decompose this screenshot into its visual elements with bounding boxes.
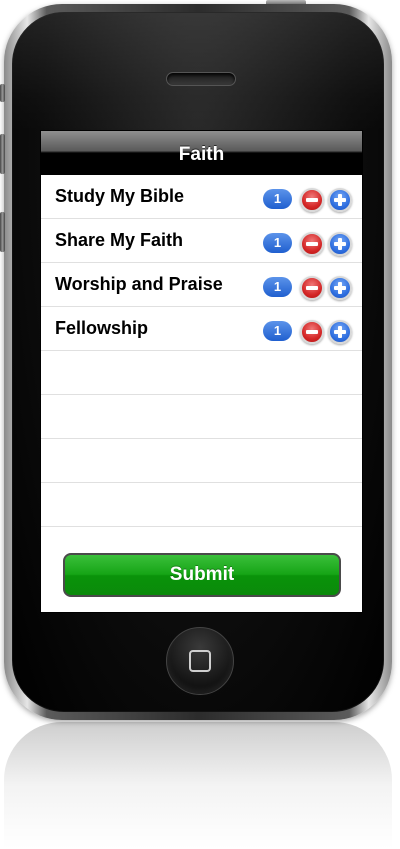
earpiece-speaker (166, 72, 236, 86)
home-square-icon (189, 650, 211, 672)
minus-icon (302, 234, 322, 254)
empty-row (41, 483, 362, 527)
decrement-button[interactable] (300, 276, 324, 300)
minus-icon (302, 322, 322, 342)
plus-icon (330, 322, 350, 342)
minus-icon (302, 190, 322, 210)
empty-row (41, 351, 362, 395)
app-screen: Faith Study My Bible 1 Share My Faith 1 Wors… (40, 130, 363, 613)
activity-list: Study My Bible 1 Share My Faith 1 Worship an… (41, 175, 362, 527)
plus-icon (330, 278, 350, 298)
count-badge: 1 (263, 321, 292, 341)
decrement-button[interactable] (300, 188, 324, 212)
navigation-bar: Faith (41, 131, 362, 176)
empty-row (41, 395, 362, 439)
item-label: Study My Bible (55, 186, 185, 206)
plus-icon (330, 190, 350, 210)
item-label: Fellowship (55, 318, 149, 338)
list-item: Worship and Praise 1 (41, 263, 362, 307)
volume-down-button (0, 212, 5, 252)
device-stage: Faith Study My Bible 1 Share My Faith 1 Wors… (0, 0, 400, 849)
list-item: Share My Faith 1 (41, 219, 362, 263)
list-item: Fellowship 1 (41, 307, 362, 351)
increment-button[interactable] (328, 320, 352, 344)
increment-button[interactable] (328, 188, 352, 212)
decrement-button[interactable] (300, 320, 324, 344)
decrement-button[interactable] (300, 232, 324, 256)
increment-button[interactable] (328, 276, 352, 300)
increment-button[interactable] (328, 232, 352, 256)
plus-icon (330, 234, 350, 254)
item-label: Worship and Praise (55, 274, 223, 294)
volume-up-button (0, 134, 5, 174)
empty-row (41, 439, 362, 483)
list-item: Study My Bible 1 (41, 175, 362, 219)
home-button[interactable] (166, 627, 234, 695)
item-label: Share My Faith (55, 230, 184, 250)
device-reflection (4, 722, 392, 849)
submit-button[interactable]: Submit (63, 553, 341, 597)
count-badge: 1 (263, 277, 292, 297)
minus-icon (302, 278, 322, 298)
count-badge: 1 (263, 233, 292, 253)
count-badge: 1 (263, 189, 292, 209)
page-title: Faith (178, 144, 225, 165)
mute-switch (0, 84, 5, 102)
